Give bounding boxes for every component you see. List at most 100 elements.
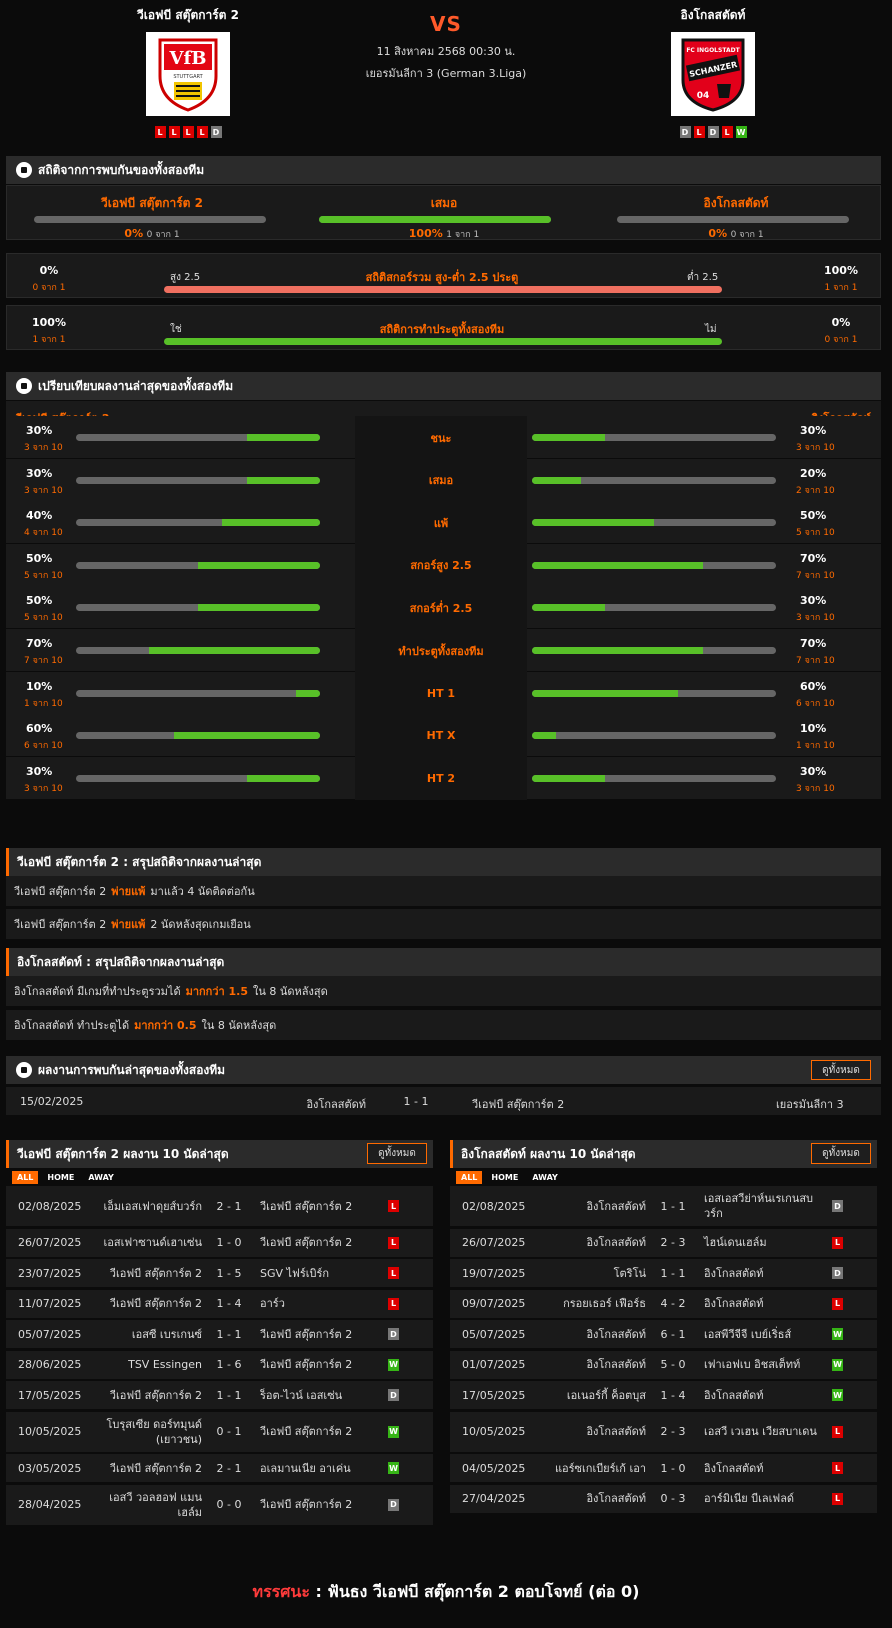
- home-team[interactable]: วีเอฟบี สตุ๊ตการ์ต 2 VfB STUTTGART LLLLD: [88, 6, 288, 138]
- match-date: 05/07/2025: [18, 1327, 82, 1341]
- match-away-team: ไฮน์เดนเฮล์ม: [704, 1236, 767, 1249]
- home-summary-row-1: วีเอฟบี สตุ๊ตการ์ต 2 พ่ายแพ้ มาแล้ว 4 นัดต…: [6, 876, 881, 906]
- compare-row: 10% 1 จาก 10 HT 1 60% 6 จาก 10: [6, 671, 881, 715]
- home-summary-header: วีเอฟบี สตุ๊ตการ์ต 2 : สรุปสถิติจากผลงาน…: [6, 848, 881, 876]
- match-score: 0 - 0: [216, 1498, 242, 1511]
- compare-away-sub: 3 จาก 10: [796, 613, 835, 624]
- home-last10-row[interactable]: 17/05/2025 วีเอฟบี สตุ๊ตการ์ต 2 1 - 1 ร็อต-…: [6, 1381, 433, 1409]
- home-last10-view-all-button[interactable]: ดูทั้งหมด: [367, 1143, 427, 1164]
- home-last10-row[interactable]: 28/04/2025 เอสวี วอลฮอฟ แมนเฮล์ม 0 - 0 วีเอ…: [6, 1484, 433, 1525]
- btts-title: สถิติการทำประตูทั้งสองทีม: [379, 323, 505, 336]
- compare-away-fill: [532, 434, 606, 441]
- match-home-team: TSV Essingen: [128, 1358, 202, 1371]
- match-score: 2 - 3: [660, 1425, 686, 1438]
- compare-home-fill: [198, 561, 320, 569]
- match-score: 2 - 1: [216, 1461, 242, 1475]
- match-result-badge: W: [832, 1389, 843, 1401]
- away-last10-row[interactable]: 09/07/2025 กรอยเธอร์ เฟือร์ธ 4 - 2 อิงโกลสต…: [450, 1289, 877, 1318]
- match-result-badge: W: [388, 1425, 399, 1438]
- away-summary-row-1: อิงโกลสตัดท์ มีเกมที่ทำประตูรวมได้ มากกว่…: [6, 976, 881, 1006]
- h2h-section-header: สถิติจากการพบกันของทั้งสองทีม: [6, 156, 881, 184]
- away-team[interactable]: อิงโกลสตัดท์ FC INGOLSTADT SCHANZER 04 D…: [613, 6, 813, 138]
- compare-home-sub: 3 จาก 10: [24, 485, 63, 496]
- home-last10-row[interactable]: 23/07/2025 วีเอฟบี สตุ๊ตการ์ต 2 1 - 5 SGV ไ…: [6, 1259, 433, 1287]
- compare-away-sub: 3 จาก 10: [796, 783, 835, 794]
- compare-title: เปรียบเทียบผลงานล่าสุดของทั้งสองทีม: [38, 378, 234, 393]
- away-form-badge: D: [707, 126, 719, 138]
- away-summary-r2-text: ใน 8 นัดหลังสุด: [201, 1019, 277, 1032]
- recent-h2h-view-all-button[interactable]: ดูทั้งหมด: [811, 1060, 871, 1080]
- away-last10-row[interactable]: 10/05/2025 อิงโกลสตัดท์ 2 - 3 เอสวี เวเฮน เ…: [450, 1411, 877, 1452]
- compare-away-bar: [532, 476, 776, 484]
- tab-away[interactable]: AWAY: [83, 1171, 119, 1184]
- tab-away[interactable]: AWAY: [527, 1171, 563, 1184]
- football-icon: [16, 378, 32, 394]
- home-summary-r2-key: พ่ายแพ้: [111, 918, 146, 931]
- match-score: 1 - 1: [216, 1327, 242, 1341]
- away-last10-row[interactable]: 19/07/2025 โตริโน่ 1 - 1 อิงโกลสตัดท์ D: [450, 1259, 877, 1287]
- away-last10-row[interactable]: 02/08/2025 อิงโกลสตัดท์ 1 - 1 เอสเอสวีย่าห์…: [450, 1186, 877, 1226]
- match-date: 19/07/2025: [462, 1266, 526, 1280]
- match-league: เยอรมันลีกา 3 (German 3.Liga): [365, 67, 527, 80]
- away-summary-r1-text: ใน 8 นัดหลังสุด: [253, 985, 328, 998]
- home-last10-row[interactable]: 05/07/2025 เอสซี เบรเกนซ์ 1 - 1 วีเอฟบี สตุ…: [6, 1320, 433, 1348]
- away-last10-row[interactable]: 26/07/2025 อิงโกลสตัดท์ 2 - 3 ไฮน์เดนเฮล์ม L: [450, 1228, 877, 1257]
- match-date: 10/05/2025: [462, 1425, 526, 1438]
- compare-label: ทำประตูทั้งสองทีม: [355, 629, 527, 672]
- match-score: 1 - 1: [216, 1388, 242, 1402]
- away-last10-row[interactable]: 17/05/2025 เอเนอร์กี้ ค็อตบุส 1 - 4 อิงโกลส…: [450, 1381, 877, 1409]
- match-date: 26/07/2025: [462, 1236, 526, 1249]
- tab-home[interactable]: HOME: [486, 1171, 523, 1184]
- match-result-badge: D: [388, 1328, 399, 1340]
- home-last10-row[interactable]: 03/05/2025 วีเอฟบี สตุ๊ตการ์ต 2 2 - 1 อเลมา…: [6, 1454, 433, 1482]
- h2h-home-bar: [34, 216, 266, 223]
- ou-bar: [164, 286, 722, 293]
- match-result-badge: D: [832, 1200, 843, 1212]
- compare-home-sub: 3 จาก 10: [24, 443, 63, 453]
- h2h-stats-box: วีเอฟบี สตุ๊ตการ์ต 2 0% 0 จาก 1 เสมอ 100…: [6, 185, 881, 240]
- compare-home-pct: 50%: [26, 551, 53, 565]
- match-home-team: อิงโกลสตัดท์: [586, 1236, 646, 1249]
- away-last10-row[interactable]: 01/07/2025 อิงโกลสตัดท์ 5 - 0 เฟาเอฟเบ อิชส…: [450, 1350, 877, 1379]
- compare-home-pct: 70%: [26, 637, 53, 650]
- away-last10-row[interactable]: 05/07/2025 อิงโกลสตัดท์ 6 - 1 เอสพีวีจีจี เ…: [450, 1320, 877, 1348]
- compare-home-fill: [246, 476, 320, 484]
- match-away-team: เฟาเอฟเบ อิชสเต็ทท์: [704, 1358, 801, 1371]
- compare-away-bar: [532, 689, 776, 697]
- match-date: 01/07/2025: [462, 1358, 526, 1371]
- home-last10-row[interactable]: 11/07/2025 วีเอฟบี สตุ๊ตการ์ต 2 1 - 4 อาร์ว…: [6, 1289, 433, 1318]
- compare-home-sub: 3 จาก 10: [24, 783, 63, 794]
- match-date: 28/06/2025: [18, 1358, 82, 1371]
- compare-home-sub: 5 จาก 10: [24, 570, 63, 581]
- compare-home-pct: 10%: [26, 679, 53, 693]
- tab-home[interactable]: HOME: [42, 1171, 79, 1184]
- compare-home-sub: 6 จาก 10: [24, 741, 63, 752]
- home-last10-tabs: ALL HOME AWAY: [12, 1171, 119, 1184]
- home-form-badges: LLLLD: [88, 126, 288, 138]
- tab-all[interactable]: ALL: [12, 1171, 39, 1184]
- away-summary-r2-team: อิงโกลสตัดท์ ทำประตูได้: [14, 1019, 130, 1032]
- over-under-box: 0% 0 จาก 1 สูง 2.5 สถิติสกอร์รวม สูง-ต่ำ…: [6, 253, 881, 298]
- compare-away-sub: 3 จาก 10: [796, 443, 835, 453]
- match-home-team: วีเอฟบี สตุ๊ตการ์ต 2: [109, 1266, 202, 1280]
- h2h-draw-sub: 1 จาก 1: [446, 230, 480, 240]
- home-last10-row[interactable]: 28/06/2025 TSV Essingen 1 - 6 วีเอฟบี สตุ๊ต…: [6, 1350, 433, 1379]
- home-team-name: วีเอฟบี สตุ๊ตการ์ต 2: [136, 8, 240, 22]
- away-form-badge: L: [693, 126, 705, 138]
- match-result-badge: L: [832, 1236, 843, 1249]
- compare-away-bar: [532, 647, 776, 654]
- match-result-badge: L: [388, 1267, 399, 1279]
- match-home-team: เอสซี เบรเกนซ์: [131, 1327, 202, 1341]
- compare-home-pct: 30%: [26, 424, 53, 437]
- match-home-team: โตริโน่: [613, 1266, 646, 1280]
- recent-h2h-row[interactable]: 15/02/2025 อิงโกลสตัดท์ 1 - 1 วีเอฟบี สต…: [6, 1087, 881, 1115]
- home-last10-row[interactable]: 02/08/2025 เอ็มเอสเฟาดุยส์บวร์ก 2 - 1 วีเอฟ…: [6, 1186, 433, 1226]
- compare-home-bar: [76, 604, 320, 612]
- away-logo-num: 04: [697, 91, 710, 101]
- away-last10-row[interactable]: 04/05/2025 แอร์ซเกเบียร์เก้ เอา 1 - 0 อิงโก…: [450, 1454, 877, 1482]
- home-last10-row[interactable]: 10/05/2025 โบรุสเซีย ดอร์ทมุนด์ (เยาวชน) 0…: [6, 1411, 433, 1452]
- home-last10-row[interactable]: 26/07/2025 เอสเฟาซานด์เฮาเซ่น 1 - 0 วีเอฟบี…: [6, 1228, 433, 1257]
- tab-all[interactable]: ALL: [456, 1171, 483, 1184]
- away-last10-view-all-button[interactable]: ดูทั้งหมด: [811, 1143, 871, 1164]
- away-last10-row[interactable]: 27/04/2025 อิงโกลสตัดท์ 0 - 3 อาร์มิเนีย บี…: [450, 1484, 877, 1513]
